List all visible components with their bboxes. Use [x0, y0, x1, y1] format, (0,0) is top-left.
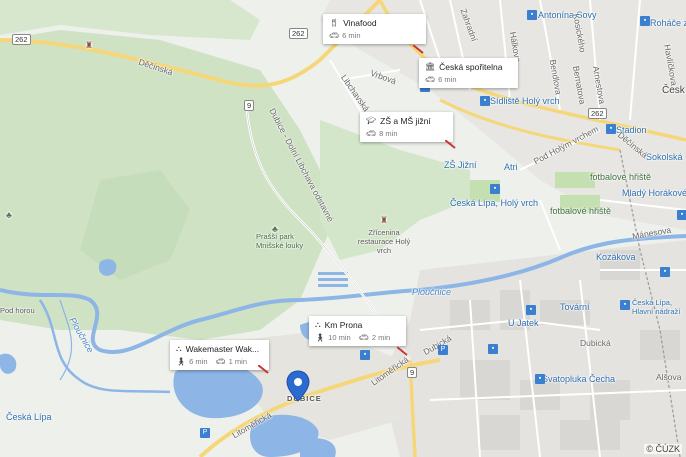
- car-icon: 🚗︎: [329, 30, 340, 40]
- poi-label: Mladý Horákové: [622, 188, 686, 198]
- travel-time: 6 min: [342, 31, 361, 40]
- poi-label: ZŠ Jižní: [444, 160, 477, 170]
- bank-icon: 🏛︎: [425, 62, 436, 71]
- poi-label: Česká Lípa, Hlavní nádraží: [632, 298, 681, 316]
- walk-icon: 🚶︎: [315, 332, 326, 342]
- car-icon: 🚗︎: [425, 74, 436, 84]
- poi-label: Česká Lípa, Holý vrch: [450, 198, 539, 208]
- bus-stop-icon[interactable]: ▪: [480, 96, 490, 106]
- landmark-icon: ♜: [85, 40, 94, 50]
- bus-stop-icon[interactable]: ▪: [535, 374, 545, 384]
- walk-icon: 🚶︎: [176, 356, 187, 366]
- bus-stop-icon[interactable]: ▪: [640, 16, 650, 26]
- place-title: Vinafood: [343, 18, 377, 28]
- map-canvas[interactable]: [0, 0, 686, 457]
- poi-label: Antonína Sovy: [538, 10, 597, 20]
- poi-label: Sokolská: [646, 152, 683, 162]
- parking-icon[interactable]: P: [200, 428, 210, 438]
- car-icon: 🚗︎: [366, 128, 377, 138]
- park-label: fotbalové hřiště: [550, 206, 612, 216]
- poi-label: Roháče z Dubé: [650, 18, 686, 28]
- car-icon: 🚗︎: [358, 332, 369, 342]
- place-title: Km Prona: [324, 320, 363, 330]
- restaurant-icon: 🍴︎: [329, 18, 340, 27]
- road-shield-262: 262: [12, 34, 31, 45]
- company-icon: ⛬: [176, 344, 182, 353]
- river-label: Ploučnice: [412, 287, 452, 297]
- bus-stop-icon[interactable]: ▪: [488, 344, 498, 354]
- road-shield-9: 9: [407, 367, 418, 378]
- parking-icon[interactable]: P: [438, 345, 448, 355]
- travel-time: 10 min: [328, 333, 351, 342]
- bus-stop-icon[interactable]: ▪: [527, 10, 537, 20]
- poi-label: Svatopluka Čecha: [542, 374, 616, 384]
- travel-time: 6 min: [438, 75, 457, 84]
- travel-time: 8 min: [379, 129, 398, 138]
- bus-stop-icon[interactable]: ▪: [360, 350, 370, 360]
- card-pointer: [397, 347, 408, 356]
- travel-time: 6 min: [189, 357, 208, 366]
- town-label: Česk: [662, 85, 685, 96]
- place-title: ZŠ a MŠ jižní: [380, 116, 431, 126]
- place-title: Česká spořitelna: [439, 62, 503, 72]
- travel-time: 1 min: [228, 357, 247, 366]
- street-label: Alšova: [656, 372, 682, 382]
- poi-label: Tovární: [560, 302, 590, 312]
- map-view[interactable]: 262 262 262 9 9 Děčínská Zahradní Hálkov…: [0, 0, 686, 457]
- park-icon: ♣: [6, 210, 12, 220]
- park-icon: ♣: [272, 224, 278, 234]
- road-shield-262: 262: [289, 28, 308, 39]
- bus-stop-icon[interactable]: ▪: [526, 305, 536, 315]
- bus-stop-icon[interactable]: ▪: [620, 300, 630, 310]
- car-icon: 🚗︎: [215, 356, 226, 366]
- travel-time: 2 min: [371, 333, 391, 342]
- card-pointer: [445, 140, 456, 149]
- place-card-km-prona[interactable]: ⛬ Km Prona 🚶︎ 10 min 🚗︎ 2 min: [309, 316, 406, 346]
- card-pointer: [258, 365, 269, 374]
- poi-label: Česká Lípa: [6, 412, 52, 422]
- card-pointer: [413, 45, 424, 54]
- bus-stop-icon[interactable]: ▪: [606, 124, 616, 134]
- poi-label: U Jatek: [508, 318, 539, 328]
- poi-label: Kozákova: [596, 252, 636, 262]
- school-icon: 🎓︎: [366, 116, 377, 125]
- street-label: Dubická: [580, 338, 611, 348]
- place-card-wakemaster[interactable]: ⛬ Wakemaster Wak... 🚶︎ 6 min 🚗︎ 1 min: [170, 340, 269, 370]
- road-shield-9: 9: [244, 100, 255, 111]
- road-shield-262: 262: [588, 108, 607, 119]
- landmark-icon: ♜: [380, 215, 389, 225]
- place-title: Wakemaster Wak...: [185, 344, 260, 354]
- place-label: Pod horou: [0, 306, 35, 315]
- poi-label: Atri: [504, 162, 518, 172]
- poi-label: Sídliště Holý vrch: [490, 96, 560, 106]
- park-label: fotbalové hřiště: [590, 172, 652, 182]
- place-card-zs-ms-jizni[interactable]: 🎓︎ ZŠ a MŠ jižní 🚗︎ 8 min: [360, 112, 453, 142]
- park-label: Prašší park Mnišské louky: [256, 232, 304, 250]
- bus-stop-icon[interactable]: ▪: [660, 267, 670, 277]
- bus-stop-icon[interactable]: ▪: [490, 184, 500, 194]
- company-icon: ⛬: [315, 320, 321, 329]
- ruin-label: Zřícenina restaurace Holý vrch: [357, 228, 411, 255]
- location-pin-icon[interactable]: [286, 370, 310, 402]
- place-card-vinafood[interactable]: 🍴︎ Vinafood 🚗︎ 6 min: [323, 14, 426, 44]
- bus-stop-icon[interactable]: ▪: [677, 210, 686, 220]
- place-card-ceska-sporitelna[interactable]: 🏛︎ Česká spořitelna 🚗︎ 6 min: [419, 58, 518, 88]
- copyright-notice: © ČÚZK: [644, 444, 682, 454]
